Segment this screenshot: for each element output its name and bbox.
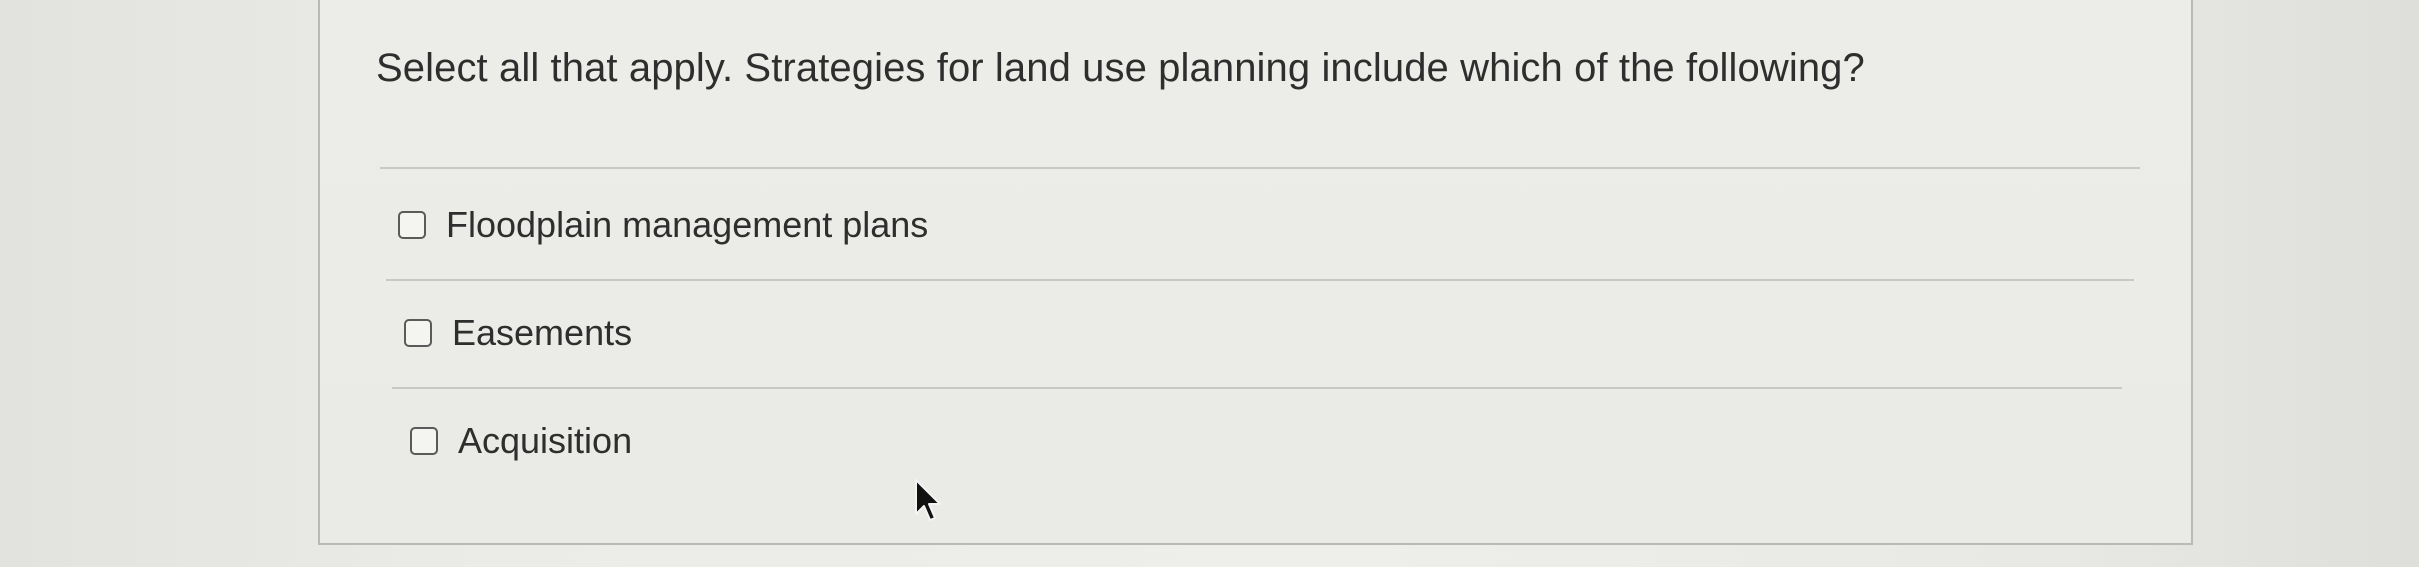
divider bbox=[392, 387, 2122, 389]
option-label: Acquisition bbox=[458, 420, 633, 461]
divider bbox=[380, 167, 2140, 169]
option-acquisition[interactable]: Acquisition bbox=[410, 420, 632, 462]
mouse-pointer-icon bbox=[915, 479, 941, 521]
option-label: Floodplain management plans bbox=[446, 204, 929, 245]
checkbox-icon[interactable] bbox=[404, 319, 432, 347]
option-easements[interactable]: Easements bbox=[404, 312, 632, 354]
option-label: Easements bbox=[452, 312, 633, 353]
question-prompt: Select all that apply. Strategies for la… bbox=[376, 46, 1865, 90]
option-floodplain-management-plans[interactable]: Floodplain management plans bbox=[398, 204, 928, 246]
checkbox-icon[interactable] bbox=[398, 211, 426, 239]
checkbox-icon[interactable] bbox=[410, 427, 438, 455]
divider bbox=[386, 279, 2134, 281]
question-card: Select all that apply. Strategies for la… bbox=[318, 0, 2193, 545]
